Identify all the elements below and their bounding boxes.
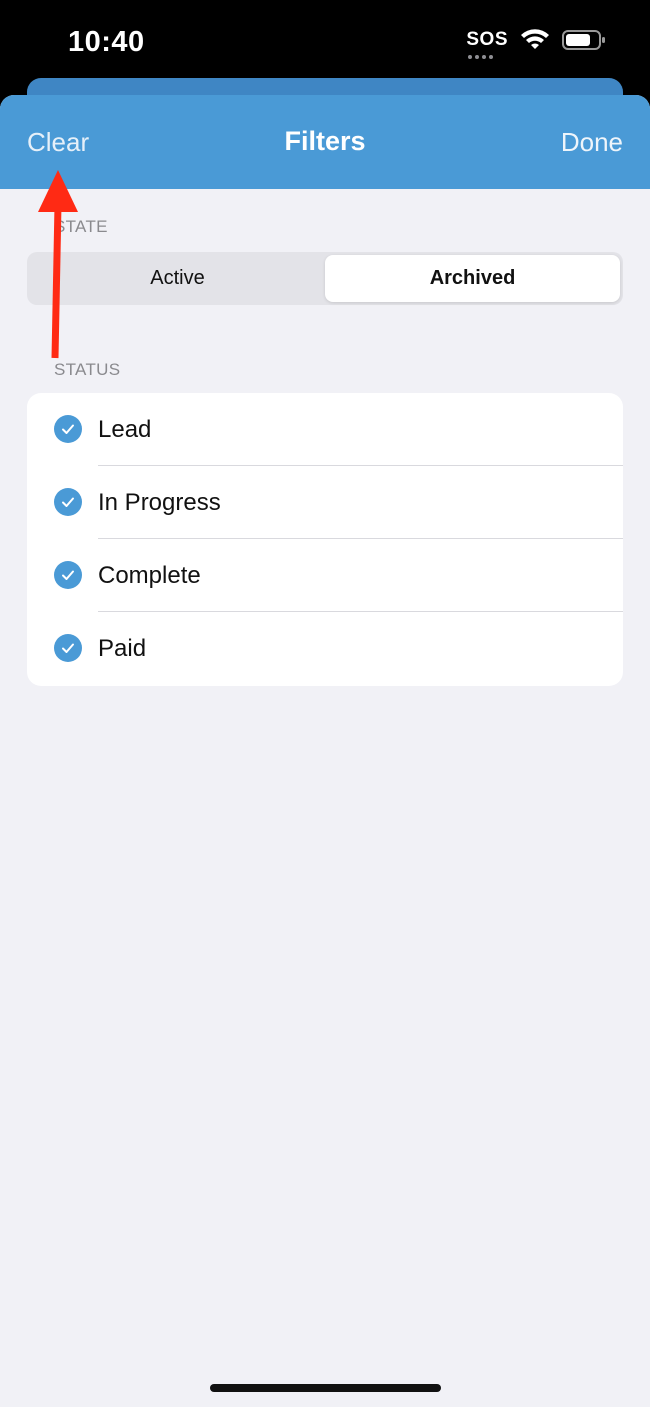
page-title: Filters	[284, 126, 366, 156]
wifi-icon	[521, 29, 549, 49]
status-row-label: In Progress	[98, 488, 221, 516]
checkmark-icon	[54, 415, 82, 443]
status-time: 10:40	[68, 26, 145, 58]
status-list: Lead In Progress Complete Paid	[27, 393, 623, 686]
done-button[interactable]: Done	[561, 127, 623, 158]
battery-icon	[562, 30, 605, 50]
segment-archived[interactable]: Archived	[325, 255, 620, 302]
sos-indicator: SOS	[466, 29, 508, 59]
filters-sheet: Clear Filters Done STATE Active Archived…	[0, 95, 650, 1407]
status-row-complete[interactable]: Complete	[27, 539, 623, 612]
status-row-in-progress[interactable]: In Progress	[27, 466, 623, 539]
status-icons: SOS	[466, 29, 606, 59]
state-section-label: STATE	[54, 217, 108, 236]
sos-label: SOS	[466, 29, 508, 50]
status-row-lead[interactable]: Lead	[27, 393, 623, 466]
status-row-label: Paid	[98, 634, 147, 662]
signal-dots-icon	[468, 55, 494, 59]
segment-active[interactable]: Active	[30, 255, 325, 302]
state-segmented-control: Active Archived	[27, 252, 623, 305]
checkmark-icon	[54, 488, 82, 516]
status-row-label: Complete	[98, 561, 201, 589]
status-row-label: Lead	[98, 415, 152, 443]
status-row-paid[interactable]: Paid	[27, 612, 623, 685]
status-section-label: STATUS	[54, 360, 121, 379]
home-indicator[interactable]	[210, 1384, 441, 1392]
checkmark-icon	[54, 561, 82, 589]
nav-bar: Clear Filters Done	[0, 95, 650, 189]
checkmark-icon	[54, 634, 82, 662]
